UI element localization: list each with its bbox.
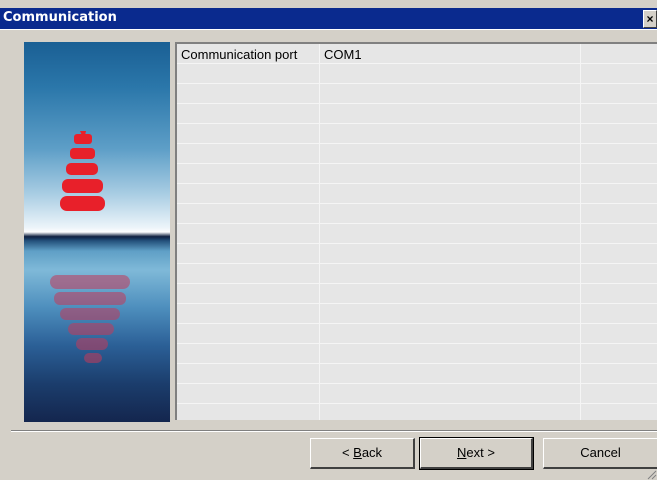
table-row-empty[interactable] [177,264,657,284]
cancel-button[interactable]: Cancel [543,438,657,469]
table-row-empty[interactable] [177,84,657,104]
grid-cell [177,84,320,103]
grid-cell [320,284,581,303]
window-title: Communication [3,10,117,25]
grid-cell [581,104,657,123]
grid-cell [581,264,657,283]
table-row-empty[interactable] [177,404,657,420]
grid-cell [177,384,320,403]
grid-cell [581,224,657,243]
table-row-empty[interactable] [177,364,657,384]
grid-cell [177,224,320,243]
title-separator [0,29,657,30]
grid-cell [177,124,320,143]
next-button-label: Next > [457,445,495,460]
grid-cell [177,404,320,420]
table-row-empty[interactable] [177,224,657,244]
property-extra [581,44,657,63]
grid-cell [320,324,581,343]
back-button-label: < Back [341,445,383,460]
grid-cell [581,204,657,223]
title-bar[interactable]: Communication × [0,8,657,29]
grid-cell [320,84,581,103]
grid-cell [177,104,320,123]
next-button[interactable]: Next > [419,437,534,470]
grid-cell [581,324,657,343]
grid-cell [581,364,657,383]
grid-cell [177,364,320,383]
grid-cell [581,84,657,103]
grid-cell [320,384,581,403]
grid-cell [581,144,657,163]
table-row-empty[interactable] [177,164,657,184]
back-button[interactable]: < Back [310,438,415,469]
table-row[interactable]: Communication port COM1 [177,44,657,64]
table-row-empty[interactable] [177,204,657,224]
grid-cell [320,364,581,383]
grid-cell [177,284,320,303]
table-row-empty[interactable] [177,304,657,324]
table-row-empty[interactable] [177,104,657,124]
grid-cell [177,344,320,363]
grid-cell [177,64,320,83]
grid-cell [320,344,581,363]
grid-cell [581,124,657,143]
property-grid[interactable]: Communication port COM1 [175,42,657,420]
grid-cell [177,144,320,163]
button-separator-highlight [11,431,657,432]
grid-cell [320,204,581,223]
grid-cell [320,404,581,420]
property-label: Communication port [177,44,320,63]
grid-cell [177,304,320,323]
close-button[interactable]: × [643,10,657,28]
grid-cell [581,304,657,323]
grid-cell [177,184,320,203]
grid-cell [581,384,657,403]
grid-cell [320,64,581,83]
grid-cell [177,324,320,343]
grid-cell [581,64,657,83]
grid-cell [320,264,581,283]
grid-cell [177,244,320,263]
table-row-empty[interactable] [177,144,657,164]
grid-cell [581,244,657,263]
table-row-empty[interactable] [177,324,657,344]
wizard-side-image [24,42,170,422]
red-beacon-logo-icon [50,131,130,363]
grid-cell [320,184,581,203]
grid-cell [581,184,657,203]
table-row-empty[interactable] [177,384,657,404]
grid-cell [177,164,320,183]
grid-cell [320,144,581,163]
grid-cell [177,264,320,283]
grid-cell [581,164,657,183]
grid-cell [320,164,581,183]
grid-cell [177,204,320,223]
table-row-empty[interactable] [177,244,657,264]
grid-cell [581,404,657,420]
table-row-empty[interactable] [177,64,657,84]
property-value[interactable]: COM1 [320,44,581,63]
resize-grip-icon[interactable] [645,468,657,480]
table-row-empty[interactable] [177,344,657,364]
grid-cell [320,244,581,263]
close-icon: × [646,12,654,26]
grid-cell [581,344,657,363]
cancel-button-label: Cancel [580,445,621,460]
grid-cell [320,304,581,323]
grid-cell [320,224,581,243]
grid-cell [581,284,657,303]
grid-cell [320,104,581,123]
grid-cell [320,124,581,143]
table-row-empty[interactable] [177,124,657,144]
table-row-empty[interactable] [177,184,657,204]
table-row-empty[interactable] [177,284,657,304]
